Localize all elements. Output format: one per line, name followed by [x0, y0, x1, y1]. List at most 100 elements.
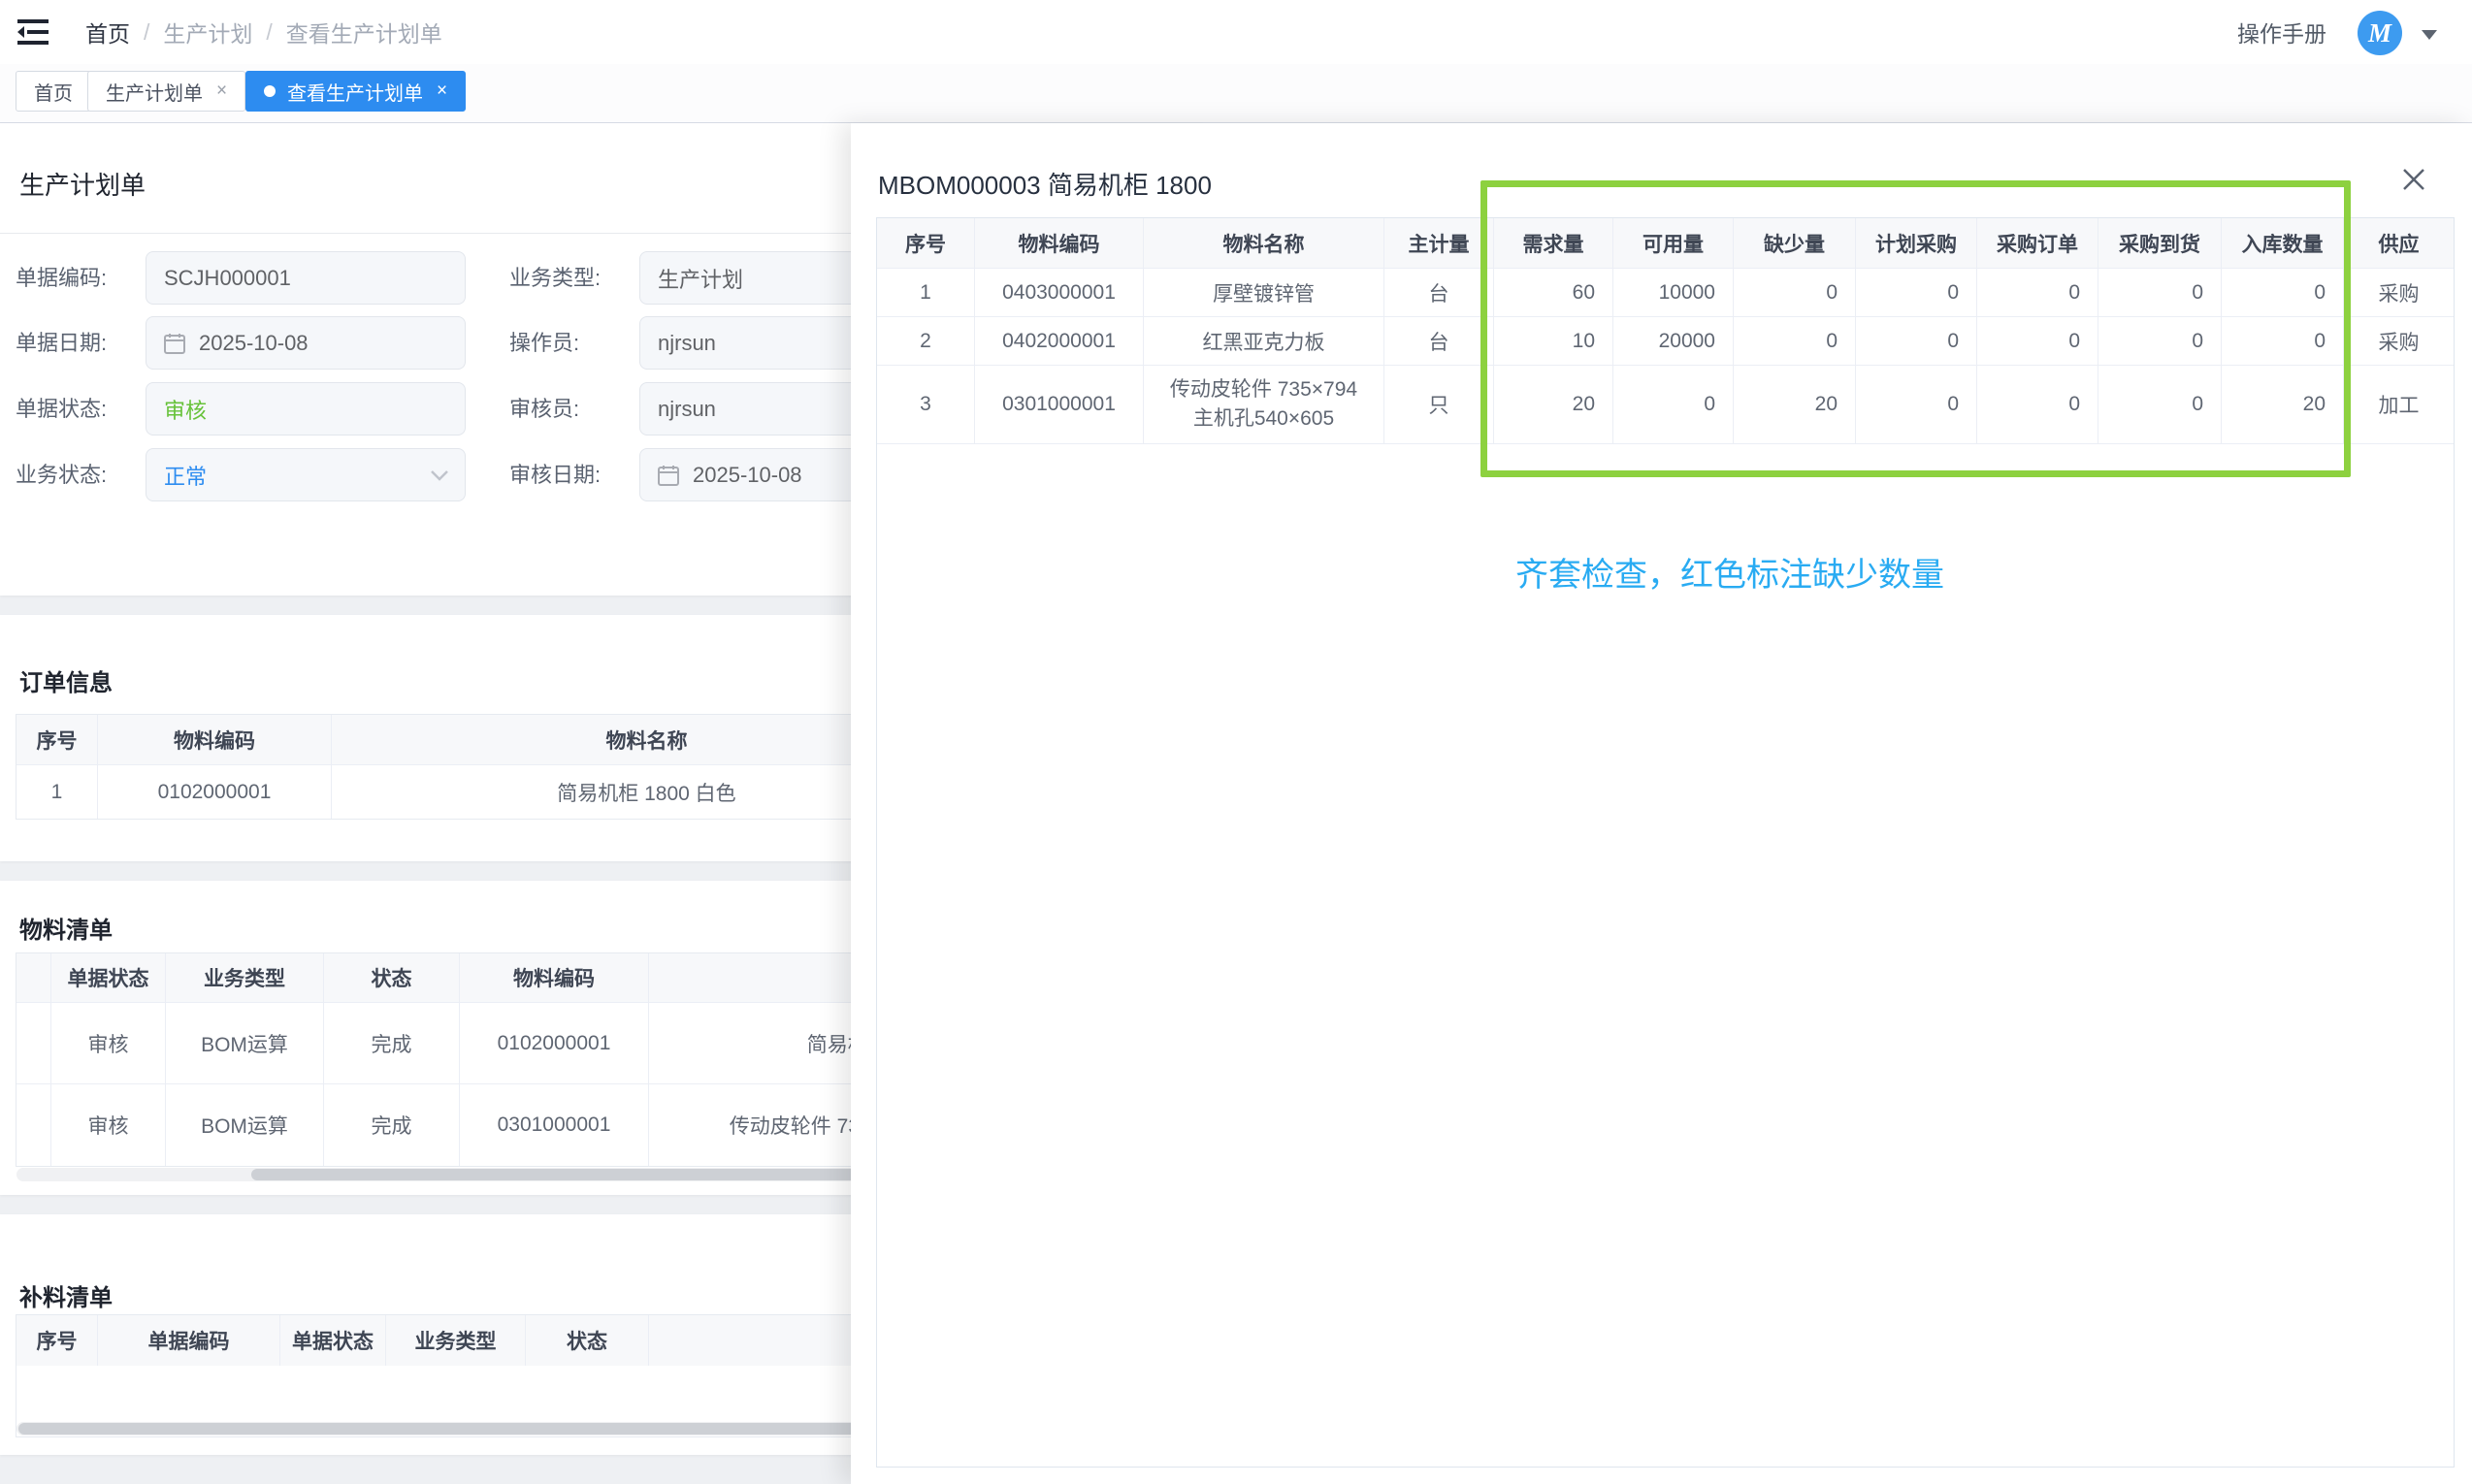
close-icon[interactable] [2398, 164, 2429, 195]
cell-supply: 采购 [2344, 317, 2454, 365]
cell-required-qty: 20 [1494, 366, 1613, 443]
field-label-audit-date: 审核日期: [509, 448, 601, 501]
col-biz-type: 业务类型 [166, 953, 324, 1002]
table-row[interactable]: 1 0102000001 简易机柜 1800 白色 [16, 765, 961, 819]
calendar-icon [164, 333, 185, 354]
col-status: 状态 [526, 1315, 649, 1366]
auditor-value: njrsun [658, 397, 716, 422]
tab-production-plan-list[interactable]: 生产计划单 × [87, 71, 245, 112]
breadcrumb: 首页 / 生产计划 / 查看生产计划单 [85, 0, 442, 64]
cell-unit: 只 [1384, 366, 1494, 443]
tab-home[interactable]: 首页 [16, 71, 91, 112]
sidebar-fold-icon[interactable] [17, 17, 49, 47]
table-row[interactable]: 3 0301000001 传动皮轮件 735×794 主机孔540×605 只 … [877, 366, 2454, 444]
cell-shortage-qty: 0 [1734, 317, 1856, 365]
cell-material-code: 0102000001 [98, 765, 332, 819]
operator-value: njrsun [658, 331, 716, 356]
cell-inbound-qty: 20 [2222, 366, 2344, 443]
cell-seq: 2 [877, 317, 975, 365]
cell-material-name: 红黑亚克力板 [1144, 317, 1384, 365]
cell-unit: 台 [1384, 317, 1494, 365]
field-label-doc-code: 单据编码: [16, 251, 107, 305]
biz-type-value: 生产计划 [658, 263, 743, 294]
col-supply: 供应 [2344, 218, 2454, 268]
doc-status-value: 审核 [164, 394, 207, 425]
cell-available-qty: 0 [1613, 366, 1734, 443]
top-header: 首页 / 生产计划 / 查看生产计划单 操作手册 M [0, 0, 2472, 64]
col-purchase-arrival: 采购到货 [2098, 218, 2222, 268]
col-doc-status: 单据状态 [51, 953, 166, 1002]
tab-label: 首页 [34, 78, 73, 106]
col-material-name: 物料名称 [1144, 218, 1384, 268]
cell-material-code: 0403000001 [975, 269, 1144, 316]
field-label-biz-type: 业务类型: [509, 251, 601, 305]
cell-expand [16, 1003, 51, 1083]
tab-label: 生产计划单 [106, 78, 203, 106]
col-unit: 主计量 [1384, 218, 1494, 268]
doc-date-input[interactable]: 2025-10-08 [146, 316, 466, 370]
field-label-operator: 操作员: [509, 316, 579, 370]
avatar[interactable]: M [2358, 11, 2402, 55]
order-info-title: 订单信息 [19, 663, 113, 697]
col-expand [16, 953, 51, 1002]
doc-code-value: SCJH000001 [164, 266, 291, 291]
order-info-table: 序号 物料编码 物料名称 1 0102000001 简易机柜 1800 白色 [16, 714, 962, 820]
col-material-code: 物料编码 [98, 715, 332, 764]
tab-close-icon[interactable]: × [437, 81, 447, 102]
table-header-row: 序号 物料编码 物料名称 [16, 715, 961, 765]
cell-planned-purchase: 0 [1856, 269, 1977, 316]
field-label-biz-status: 业务状态: [16, 448, 107, 501]
avatar-caret-icon[interactable] [2422, 30, 2437, 40]
cell-doc-status: 审核 [51, 1003, 166, 1083]
cell-required-qty: 60 [1494, 269, 1613, 316]
field-label-auditor: 审核员: [509, 382, 579, 436]
col-doc-code: 单据编码 [98, 1315, 280, 1366]
col-available-qty: 可用量 [1613, 218, 1734, 268]
breadcrumb-separator: / [266, 19, 272, 46]
col-biz-type: 业务类型 [386, 1315, 526, 1366]
page-title: 生产计划单 [19, 166, 146, 202]
tab-close-icon[interactable]: × [216, 81, 227, 102]
cell-purchase-order: 0 [1977, 366, 2098, 443]
cell-seq: 1 [16, 765, 98, 819]
col-seq: 序号 [16, 1315, 98, 1366]
col-status: 状态 [324, 953, 460, 1002]
cell-material-name: 传动皮轮件 735×794 主机孔540×605 [1144, 366, 1384, 443]
breadcrumb-home[interactable]: 首页 [85, 16, 130, 48]
cell-required-qty: 10 [1494, 317, 1613, 365]
cell-material-code: 0301000001 [975, 366, 1144, 443]
cell-status: 完成 [324, 1003, 460, 1083]
col-seq: 序号 [16, 715, 98, 764]
doc-code-input[interactable]: SCJH000001 [146, 251, 466, 305]
manual-link[interactable]: 操作手册 [2237, 0, 2326, 64]
cell-seq: 3 [877, 366, 975, 443]
col-shortage-qty: 缺少量 [1734, 218, 1856, 268]
table-row[interactable]: 2 0402000001 红黑亚克力板 台 10 20000 0 0 0 0 0… [877, 317, 2454, 366]
cell-purchase-arrival: 0 [2098, 366, 2222, 443]
table-row[interactable]: 1 0403000001 厚壁镀锌管 台 60 10000 0 0 0 0 0 … [877, 269, 2454, 317]
breadcrumb-current: 查看生产计划单 [286, 16, 442, 48]
cell-purchase-arrival: 0 [2098, 317, 2222, 365]
cell-material-name: 厚壁镀锌管 [1144, 269, 1384, 316]
cell-inbound-qty: 0 [2222, 269, 2344, 316]
chevron-down-icon [430, 469, 449, 481]
doc-status-input[interactable]: 审核 [146, 382, 466, 436]
breadcrumb-separator: / [144, 19, 149, 46]
tab-view-production-plan[interactable]: 查看生产计划单 × [245, 71, 466, 112]
cell-supply: 加工 [2344, 366, 2454, 443]
field-label-doc-date: 单据日期: [16, 316, 107, 370]
cell-available-qty: 20000 [1613, 317, 1734, 365]
scrollbar-thumb[interactable] [251, 1169, 930, 1180]
audit-date-value: 2025-10-08 [693, 463, 802, 488]
cell-seq: 1 [877, 269, 975, 316]
breadcrumb-item[interactable]: 生产计划 [163, 16, 252, 48]
col-purchase-order: 采购订单 [1977, 218, 2098, 268]
biz-status-select[interactable]: 正常 [146, 448, 466, 501]
field-label-doc-status: 单据状态: [16, 382, 107, 436]
cell-doc-status: 审核 [51, 1084, 166, 1166]
table-header-row: 序号 物料编码 物料名称 主计量 需求量 可用量 缺少量 计划采购 采购订单 采… [877, 218, 2454, 269]
calendar-icon [658, 465, 679, 486]
tags-view-bar: 首页 生产计划单 × 查看生产计划单 × [0, 64, 2472, 123]
annotation-text: 齐套检查，红色标注缺少数量 [1515, 548, 1944, 596]
cell-expand [16, 1084, 51, 1166]
